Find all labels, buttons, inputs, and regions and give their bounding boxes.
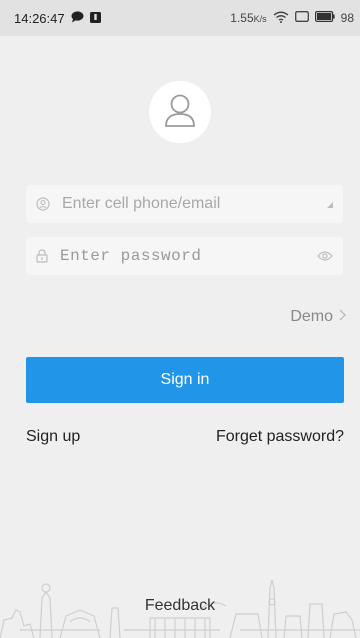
notification-icon: [89, 11, 101, 26]
status-right: 1.55K/s 98: [230, 11, 354, 26]
eye-icon[interactable]: [317, 250, 333, 262]
feedback-link[interactable]: Feedback: [0, 597, 360, 615]
user-circle-icon: [36, 197, 50, 211]
user-icon: [160, 90, 200, 135]
password-input[interactable]: [58, 240, 317, 272]
network-speed: 1.55K/s: [230, 11, 267, 25]
chat-bubble-icon: [71, 10, 84, 26]
chevron-right-icon: [339, 308, 346, 326]
battery-icon: [314, 11, 335, 25]
sign-in-button[interactable]: Sign in: [26, 357, 344, 403]
status-bar: 14:26:47 1.55K/s 98: [0, 0, 360, 36]
demo-label: Demo: [290, 308, 333, 325]
lock-icon: [36, 249, 48, 263]
avatar[interactable]: [149, 81, 211, 143]
status-time: 14:26:47: [14, 10, 65, 26]
status-left: 14:26:47: [14, 11, 101, 26]
resize-corner-icon: [327, 195, 333, 213]
username-field[interactable]: [26, 185, 343, 223]
forget-password-link[interactable]: Forget password?: [216, 428, 344, 446]
sign-up-link[interactable]: Sign up: [26, 428, 80, 446]
battery-level: 98: [340, 11, 354, 25]
username-input[interactable]: [60, 188, 327, 220]
wifi-icon: [273, 11, 289, 26]
sim-icon: [294, 11, 309, 25]
password-field[interactable]: [26, 237, 343, 275]
demo-link[interactable]: Demo: [290, 308, 346, 326]
